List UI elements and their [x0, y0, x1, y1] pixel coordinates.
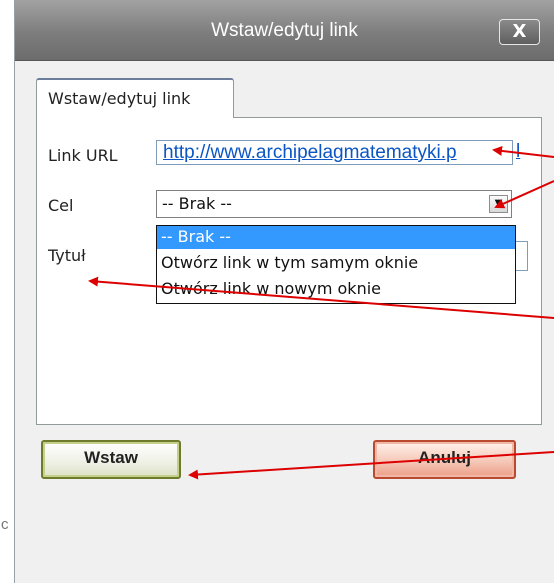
dialog-title: Wstaw/edytuj link [211, 20, 358, 41]
tab-insert-edit-link[interactable]: Wstaw/edytuj link [36, 78, 234, 118]
url-value-overflow: l [516, 141, 521, 162]
insert-button[interactable]: Wstaw [41, 440, 181, 479]
title-input[interactable] [516, 241, 528, 271]
url-value: http://www.archipelagmatematyki.p [163, 142, 457, 163]
target-dropdown-list: -- Brak -- Otwórz link w tym samym oknie… [156, 225, 516, 304]
dropdown-option-new-window[interactable]: Otwórz link w nowym oknie [157, 278, 515, 301]
background-text: c [1, 516, 9, 533]
background-page: c [0, 0, 15, 583]
target-select-value: -- Brak -- [162, 194, 232, 213]
insert-link-dialog: Wstaw/edytuj link X Wstaw/edytuj link Li… [14, 0, 554, 583]
dropdown-option-same-window[interactable]: Otwórz link w tym samym oknie [157, 252, 515, 275]
dropdown-option-none[interactable]: -- Brak -- [157, 226, 515, 249]
url-label: Link URL [48, 146, 118, 165]
target-label: Cel [48, 196, 74, 215]
cancel-button[interactable]: Anuluj [373, 440, 516, 479]
title-label: Tytuł [48, 246, 86, 265]
chevron-down-icon[interactable]: ▼ [489, 195, 508, 213]
close-icon: X [512, 21, 527, 42]
close-button[interactable]: X [499, 19, 540, 45]
url-input[interactable]: http://www.archipelagmatematyki.p [156, 140, 513, 165]
target-select[interactable]: -- Brak -- ▼ [156, 190, 512, 218]
tab-label: Wstaw/edytuj link [48, 89, 191, 108]
dialog-titlebar[interactable]: Wstaw/edytuj link X [15, 0, 554, 61]
